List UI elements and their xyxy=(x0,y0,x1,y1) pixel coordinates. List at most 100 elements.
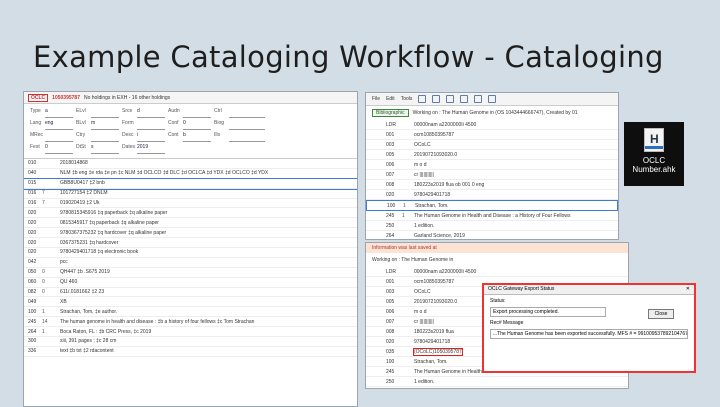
marc-field-row[interactable]: 082 0 611/.0181662 ‡2 23 xyxy=(24,288,357,298)
fixed-field-value[interactable]: 0 xyxy=(45,144,73,154)
field-content[interactable]: GBB8U0417 ‡2 bnb xyxy=(60,180,105,186)
fixed-field-value[interactable]: eng xyxy=(45,120,73,130)
editor-field-row[interactable]: 003 OCoLC xyxy=(366,140,618,150)
field-content[interactable]: 0367375231 ‡q hardcover xyxy=(60,240,118,246)
field-content[interactable]: ocm10850395787 xyxy=(414,132,454,138)
editor-field-row[interactable]: LDR 00000nam a2200000Ii 4500 xyxy=(366,120,618,130)
marc-field-row[interactable]: 100 1 Strachan, Tom, ‡e author. xyxy=(24,307,357,318)
field-content[interactable]: 20190721093020.0 xyxy=(414,152,457,158)
menu-edit[interactable]: Edit xyxy=(386,96,395,102)
marc-field-row[interactable]: 245 14 The human genome in health and dise… xyxy=(24,317,357,328)
field-content[interactable]: 180223s2019 flua ob 001 0 eng xyxy=(414,182,484,188)
field-content[interactable]: 180223s2019 flua xyxy=(414,329,454,335)
field-content[interactable]: XB xyxy=(60,299,67,305)
field-content[interactable]: m o d xyxy=(414,309,427,315)
field-content[interactable]: ocm10850395787 xyxy=(414,279,454,285)
fixed-field-value[interactable] xyxy=(91,108,119,118)
field-content[interactable]: 2018014868 xyxy=(60,160,88,166)
editor-field-row[interactable]: 001 ocm10850395787 xyxy=(366,130,618,140)
field-content[interactable]: OCoLC xyxy=(414,142,431,148)
marc-field-row[interactable]: 016 7 101727154 ‡2 DNLM xyxy=(24,189,357,199)
lower-field-row[interactable]: LDR 00000nam a2200000Ii 4500 xyxy=(366,267,628,277)
editor-field-row[interactable]: 264 Garland Science, 2019 xyxy=(366,231,618,239)
field-content[interactable]: Garland Science, 2019 xyxy=(414,233,465,239)
fixed-field-value[interactable]: m xyxy=(91,120,119,130)
field-content[interactable]: Strachan, Tom. xyxy=(415,203,449,209)
marc-field-row[interactable]: 015 GBB8U0417 ‡2 bnb xyxy=(24,177,357,190)
fixed-field-value[interactable] xyxy=(91,132,119,142)
field-content[interactable]: Boca Raton, FL : ‡b CRC Press, ‡c 2019 xyxy=(60,329,151,335)
marc-field-row[interactable]: 300 xiii, 391 pages ; ‡c 28 cm xyxy=(24,337,357,347)
editor-field-row[interactable]: 008 180223s2019 flua ob 001 0 eng xyxy=(366,180,618,190)
fixed-field-value[interactable]: b xyxy=(183,132,211,142)
field-content[interactable]: 1 edition. xyxy=(414,379,434,385)
field-content[interactable]: Garland Science, 2019 xyxy=(414,389,465,390)
field-content[interactable]: (OCoLC)1050395787 xyxy=(413,347,463,356)
field-content[interactable]: 9780429401718 xyxy=(414,339,450,345)
editor-field-row[interactable]: 250 1 edition. xyxy=(366,221,618,231)
fixed-field-grid[interactable]: Type a ELvl Srce d Audn Ctrl Lang eng BLvl m Form Co… xyxy=(24,104,357,159)
release-icon[interactable] xyxy=(488,95,497,103)
menu-tools[interactable]: Tools xyxy=(401,96,413,102)
fixed-field-value[interactable] xyxy=(45,132,73,142)
field-content[interactable]: 9780429401718 xyxy=(414,192,450,198)
field-content[interactable]: 019020419 ‡2 Uk xyxy=(60,200,99,206)
field-content[interactable]: OCoLC xyxy=(414,289,431,295)
field-content[interactable]: Strachan, Tom, ‡e author. xyxy=(60,309,117,315)
fixed-field-value[interactable] xyxy=(229,132,265,142)
lower-field-row[interactable]: 264 Garland Science, 2019 xyxy=(366,387,628,390)
marc-field-row[interactable]: 020 0815345917 ‡q paperback ‡q alkaline p… xyxy=(24,218,357,229)
field-content[interactable]: 9780367375232 ‡q hardcover ‡q alkaline p… xyxy=(60,230,166,236)
field-content[interactable]: cr ||||||||||| xyxy=(414,319,434,325)
marc-field-row[interactable]: 049 XB xyxy=(24,297,357,308)
marc-field-row[interactable]: 042 pcc xyxy=(24,258,357,268)
marc-field-row[interactable]: 020 9780367375232 ‡q hardcover ‡q alkalin… xyxy=(24,228,357,239)
field-content[interactable]: xiii, 391 pages ; ‡c 28 cm xyxy=(60,338,116,344)
marc-field-row[interactable]: 040 NLM ‡b eng ‡e rda ‡e pn ‡c NLM ‡d OCL… xyxy=(24,169,357,179)
field-content[interactable]: 9780815345916 ‡q paperback ‡q alkaline p… xyxy=(60,210,167,216)
redo-icon[interactable] xyxy=(446,95,455,103)
field-content[interactable]: 9780429401718 ‡q electronic book xyxy=(60,249,138,255)
tab-bibliographic[interactable]: Bibliographic xyxy=(372,109,409,117)
marc-field-row[interactable]: 020 0367375231 ‡q hardcover xyxy=(24,238,357,249)
editor-field-row[interactable]: 006 m o d xyxy=(366,160,618,170)
fixed-field-value[interactable] xyxy=(137,120,165,130)
save-icon[interactable] xyxy=(418,95,427,103)
fixed-field-value[interactable]: s xyxy=(91,144,119,154)
fixed-field-value[interactable] xyxy=(183,108,211,118)
close-button[interactable]: Close xyxy=(648,309,674,319)
field-content[interactable]: 611/.0181662 ‡2 23 xyxy=(60,289,104,295)
ahk-file-shortcut[interactable]: H OCLC Number.ahk xyxy=(624,122,684,186)
marc-field-row[interactable]: 060 0 QU 460 xyxy=(24,278,357,288)
fixed-field-value[interactable]: i xyxy=(137,132,165,142)
field-content[interactable]: 0815345917 ‡q paperback ‡q alkaline pape… xyxy=(60,220,159,226)
field-content[interactable]: m o d xyxy=(414,162,427,168)
marc-field-row[interactable]: 010 2018014868 xyxy=(24,159,357,169)
undo-icon[interactable] xyxy=(432,95,441,103)
lower-field-row[interactable]: 250 1 edition. xyxy=(366,377,628,387)
editor-field-row[interactable]: 007 cr ||||||||||| xyxy=(366,170,618,180)
fixed-field-value[interactable] xyxy=(229,108,265,118)
editor-field-row[interactable]: 005 20190721093020.0 xyxy=(366,150,618,160)
editor-field-row[interactable]: 100 1 Strachan, Tom. xyxy=(366,200,618,211)
marc-field-row[interactable]: 020 9780815345916 ‡q paperback ‡q alkalin… xyxy=(24,208,357,219)
marc-field-row[interactable]: 336 text ‡b txt ‡2 rdacontent xyxy=(24,347,357,357)
fixed-field-value[interactable] xyxy=(229,120,265,130)
field-content[interactable]: cr ||||||||||| xyxy=(414,172,434,178)
search-icon[interactable] xyxy=(460,95,469,103)
field-content[interactable]: 00000nam a2200000Ii 4500 xyxy=(414,269,476,275)
field-content[interactable]: 20190721093020.0 xyxy=(414,299,457,305)
menu-file[interactable]: File xyxy=(372,96,380,102)
field-content[interactable]: The human genome in health and disease :… xyxy=(60,319,254,325)
field-content[interactable]: NLM ‡b eng ‡e rda ‡e pn ‡c NLM ‡d OCLCO … xyxy=(60,170,268,176)
field-content[interactable]: 1 edition. xyxy=(414,223,434,229)
fixed-field-value[interactable]: 2019 xyxy=(137,144,165,154)
field-content[interactable]: pcc xyxy=(60,259,68,265)
fixed-field-value[interactable]: d xyxy=(137,108,165,118)
field-content[interactable]: The Human Genome in Health xyxy=(414,369,482,375)
field-content[interactable]: QU 460 xyxy=(60,279,77,285)
fixed-field-value[interactable]: 0 xyxy=(183,120,211,130)
marc-field-row[interactable]: 264 1 Boca Raton, FL : ‡b CRC Press, ‡c 20… xyxy=(24,327,357,338)
field-content[interactable]: text ‡b txt ‡2 rdacontent xyxy=(60,348,114,354)
marc-field-row[interactable]: 050 0 QH447 ‡b .S675 2019 xyxy=(24,268,357,278)
